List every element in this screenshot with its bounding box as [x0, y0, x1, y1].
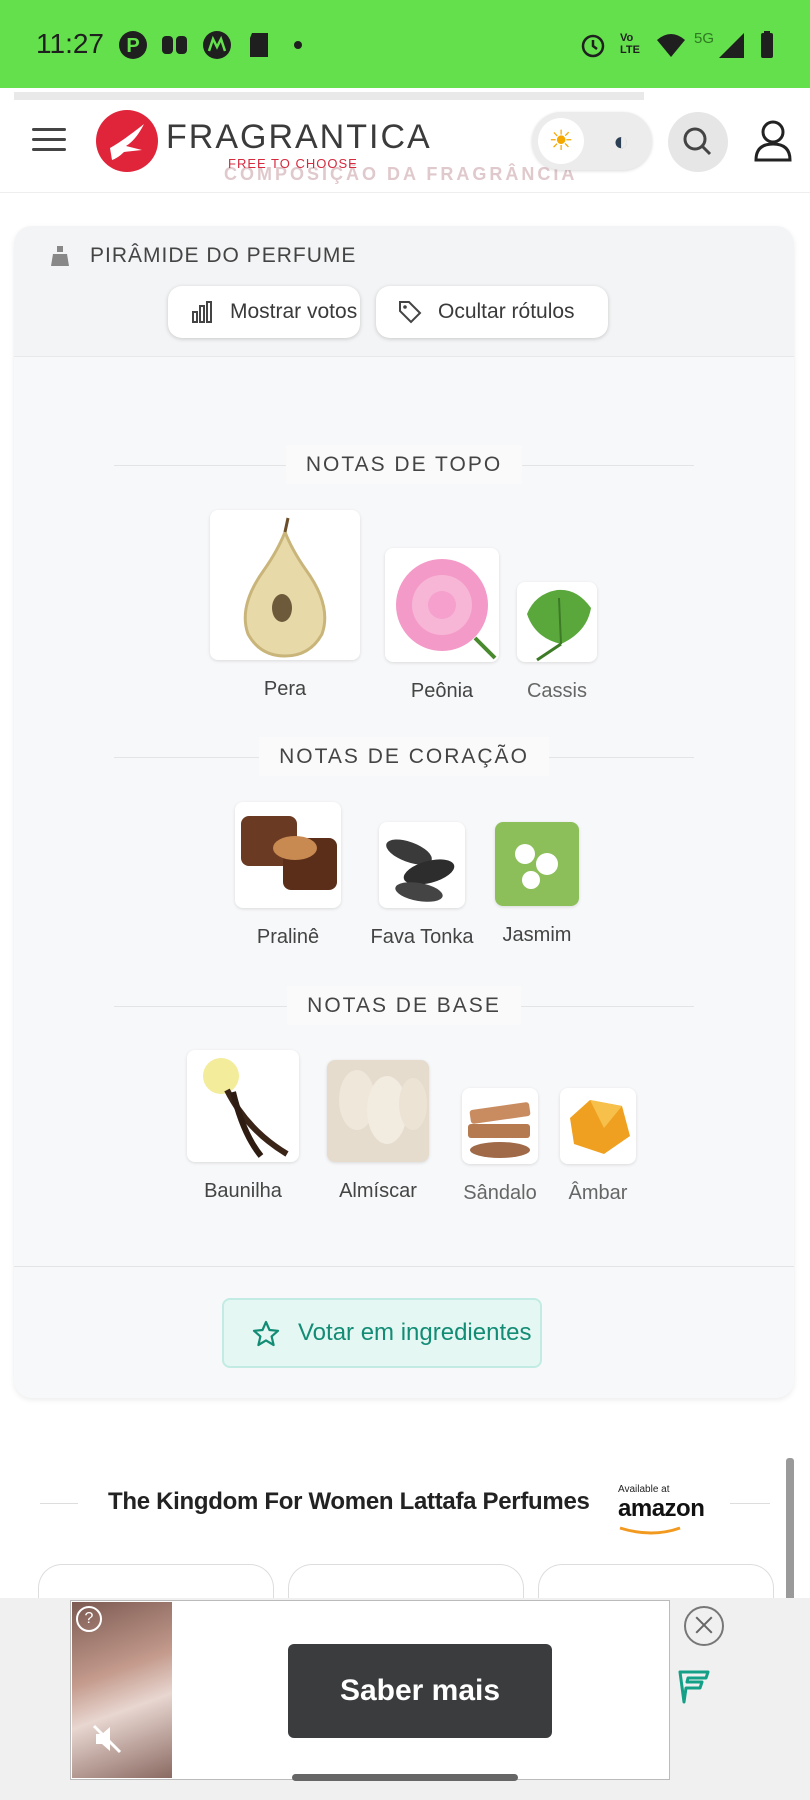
peony-image: [385, 548, 499, 662]
ad-learn-more-button[interactable]: Saber mais: [288, 1644, 552, 1738]
mute-icon[interactable]: [90, 1722, 124, 1756]
note-musk[interactable]: Almíscar: [320, 1060, 436, 1203]
note-label: Fava Tonka: [370, 926, 474, 948]
pear-image: [210, 510, 360, 660]
search-button[interactable]: [668, 112, 728, 172]
note-amber[interactable]: Âmbar: [546, 1088, 650, 1205]
note-label: Sândalo: [463, 1182, 537, 1204]
hamburger-menu-button[interactable]: [32, 128, 66, 152]
note-praline[interactable]: Pralinê: [234, 802, 342, 949]
bar-chart-icon: [192, 301, 212, 323]
search-icon: [683, 127, 712, 156]
note-vanilla[interactable]: Baunilha: [186, 1050, 300, 1203]
motorola-icon: [203, 31, 231, 59]
note-label: Cassis: [526, 680, 587, 702]
battery-icon: [761, 31, 773, 58]
perfume-pyramid-card: PIRÂMIDE DO PERFUME Mostrar votos Oculta…: [14, 226, 794, 1398]
note-pear[interactable]: Pera: [210, 510, 360, 701]
tonka-bean-image: [379, 822, 465, 908]
note-label: Peônia: [410, 680, 474, 702]
moon-icon[interactable]: ◐: [598, 118, 644, 164]
amber-image: [560, 1088, 636, 1164]
status-bar: 11:27 P Vo LTE 5G: [0, 0, 810, 88]
menu-icon: [32, 128, 66, 131]
tag-icon: [399, 301, 422, 324]
wifi-icon: [657, 34, 685, 57]
signal-icon: [719, 33, 744, 58]
base-notes-title: NOTAS DE BASE: [14, 986, 794, 1025]
note-label: Jasmim: [502, 924, 572, 946]
dot-icon: [294, 41, 302, 49]
home-indicator[interactable]: [292, 1774, 518, 1781]
amazon-smile-icon: [619, 1526, 681, 1535]
musk-image: [327, 1060, 429, 1162]
note-label: Pera: [263, 678, 307, 700]
star-icon: [252, 1320, 280, 1347]
volte-icon: Vo LTE: [620, 32, 640, 56]
quote-app-icon: [162, 36, 187, 54]
jasmine-image: [495, 822, 579, 906]
pyramid-title: PIRÂMIDE DO PERFUME: [90, 244, 357, 267]
vote-ingredients-label: Votar em ingredientes: [298, 1319, 532, 1346]
show-votes-label: Mostrar votos: [230, 300, 358, 323]
theme-toggle[interactable]: ☀ ◐: [532, 112, 652, 170]
logo-wordmark[interactable]: FRAGRANTICA: [166, 118, 432, 157]
note-jasmine[interactable]: Jasmim: [492, 822, 582, 947]
sun-icon[interactable]: ☀: [538, 118, 584, 164]
note-peony[interactable]: Peônia: [384, 548, 500, 703]
note-label: Pralinê: [256, 926, 320, 948]
note-label: Baunilha: [204, 1180, 282, 1202]
sandalwood-image: [462, 1088, 538, 1164]
note-label: Almíscar: [339, 1180, 417, 1202]
page-progress-bar: [14, 92, 644, 100]
praline-image: [235, 802, 341, 908]
heart-notes-title: NOTAS DE CORAÇÃO: [14, 737, 794, 776]
user-account-button[interactable]: [748, 112, 798, 172]
ad-close-icon[interactable]: [684, 1606, 724, 1646]
hide-labels-button[interactable]: Ocultar rótulos: [376, 286, 608, 338]
alarm-icon: [581, 34, 605, 58]
hide-labels-label: Ocultar rótulos: [438, 300, 575, 323]
vote-ingredients-button[interactable]: Votar em ingredientes: [222, 1298, 542, 1368]
svg-text:P: P: [126, 35, 139, 57]
logo-tagline: FREE TO CHOOSE: [228, 156, 358, 171]
amazon-section-title: The Kingdom For Women Lattafa Perfumes: [108, 1488, 590, 1515]
note-sandalwood[interactable]: Sândalo: [444, 1088, 556, 1205]
5g-icon: 5G: [694, 30, 715, 47]
top-notes-title: NOTAS DE TOPO: [14, 445, 794, 484]
amazon-logo[interactable]: Available at amazon: [618, 1484, 705, 1541]
perfume-bottle-icon: [51, 246, 69, 266]
vanilla-image: [187, 1050, 299, 1162]
pinterest-icon: P: [119, 31, 147, 59]
ad-help-icon[interactable]: ?: [76, 1606, 102, 1632]
show-votes-button[interactable]: Mostrar votos: [168, 286, 360, 338]
fragrantica-logo-mark[interactable]: [96, 110, 158, 172]
cassis-leaf-image: [517, 582, 597, 662]
sd-card-icon: [250, 33, 268, 57]
hummingbird-icon: [110, 124, 144, 160]
pyramid-card-header: PIRÂMIDE DO PERFUME Mostrar votos Oculta…: [14, 226, 794, 357]
fragrantica-f-icon: [678, 1670, 710, 1704]
user-icon: [754, 120, 792, 162]
status-time: 11:27: [36, 28, 104, 59]
note-label: Âmbar: [568, 1182, 628, 1204]
note-tonka-bean[interactable]: Fava Tonka: [364, 822, 480, 949]
note-cassis[interactable]: Cassis: [516, 582, 598, 703]
